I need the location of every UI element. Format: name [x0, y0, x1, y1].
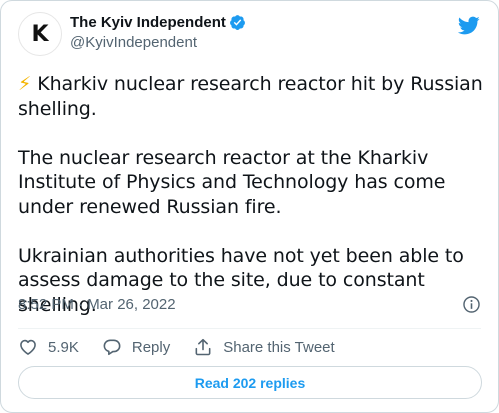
tweet-paragraph-headline: ⚡ Kharkiv nuclear research reactor hit b…	[18, 72, 484, 121]
tweet-paragraph-text: Kharkiv nuclear research reactor hit by …	[18, 73, 483, 120]
tweet-card: K The Kyiv Independent @KyivIndependent …	[0, 0, 499, 413]
read-replies-button[interactable]: Read 202 replies	[18, 366, 482, 399]
tweet-paragraph: The nuclear research reactor at the Khar…	[18, 146, 446, 218]
tweet-text: ⚡ Kharkiv nuclear research reactor hit b…	[18, 72, 484, 317]
tweet-timestamp[interactable]: 8:52 PM · Mar 26, 2022	[18, 296, 176, 313]
display-name-row: The Kyiv Independent	[70, 14, 246, 31]
reply-icon	[103, 339, 121, 356]
like-button[interactable]: 5.9K	[18, 337, 79, 357]
reply-button[interactable]: Reply	[102, 337, 170, 357]
reply-label: Reply	[131, 338, 171, 356]
lightning-icon: ⚡	[18, 73, 32, 95]
share-icon	[195, 338, 211, 356]
verified-badge-icon	[229, 15, 245, 30]
info-icon[interactable]	[462, 295, 481, 314]
tweet-header: K The Kyiv Independent @KyivIndependent	[18, 12, 484, 56]
tweet-meta: 8:52 PM · Mar 26, 2022	[18, 293, 481, 315]
author-names: The Kyiv Independent @KyivIndependent	[70, 14, 246, 51]
share-button[interactable]: Share this Tweet	[193, 337, 335, 357]
avatar[interactable]: K	[18, 12, 62, 56]
handle[interactable]: @KyivIndependent	[70, 34, 246, 51]
like-count: 5.9K	[48, 338, 79, 356]
share-label: Share this Tweet	[223, 338, 335, 356]
tweet-actions: 5.9K Reply Share this Tweet	[18, 335, 358, 359]
twitter-bird-icon[interactable]	[457, 14, 480, 37]
divider	[18, 328, 481, 329]
display-name[interactable]: The Kyiv Independent	[70, 14, 226, 31]
heart-icon	[20, 339, 36, 355]
